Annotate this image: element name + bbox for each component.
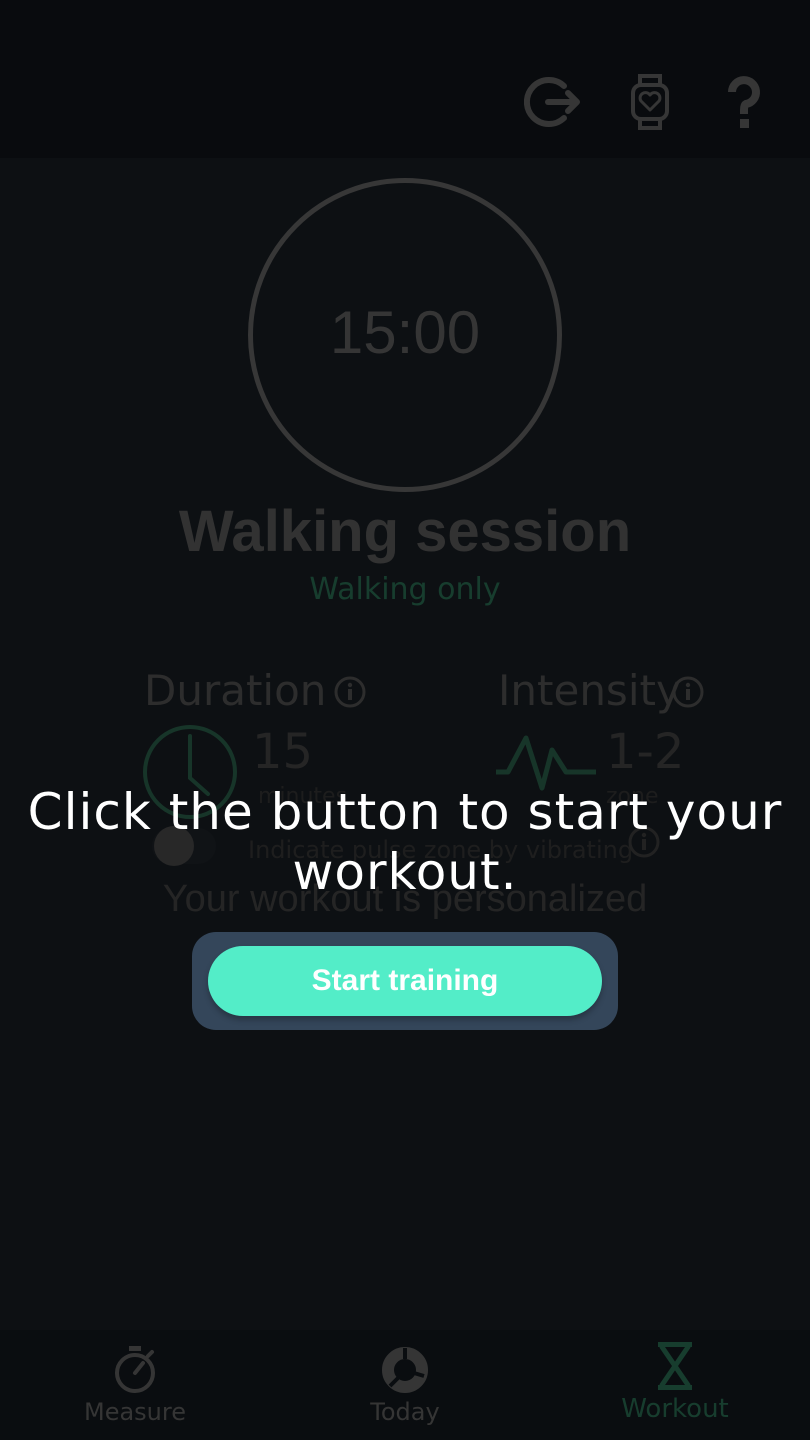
tutorial-message: Click the button to start your workout. (27, 783, 783, 901)
start-training-button[interactable]: Start training (208, 946, 602, 1016)
tutorial-overlay (0, 0, 810, 1440)
